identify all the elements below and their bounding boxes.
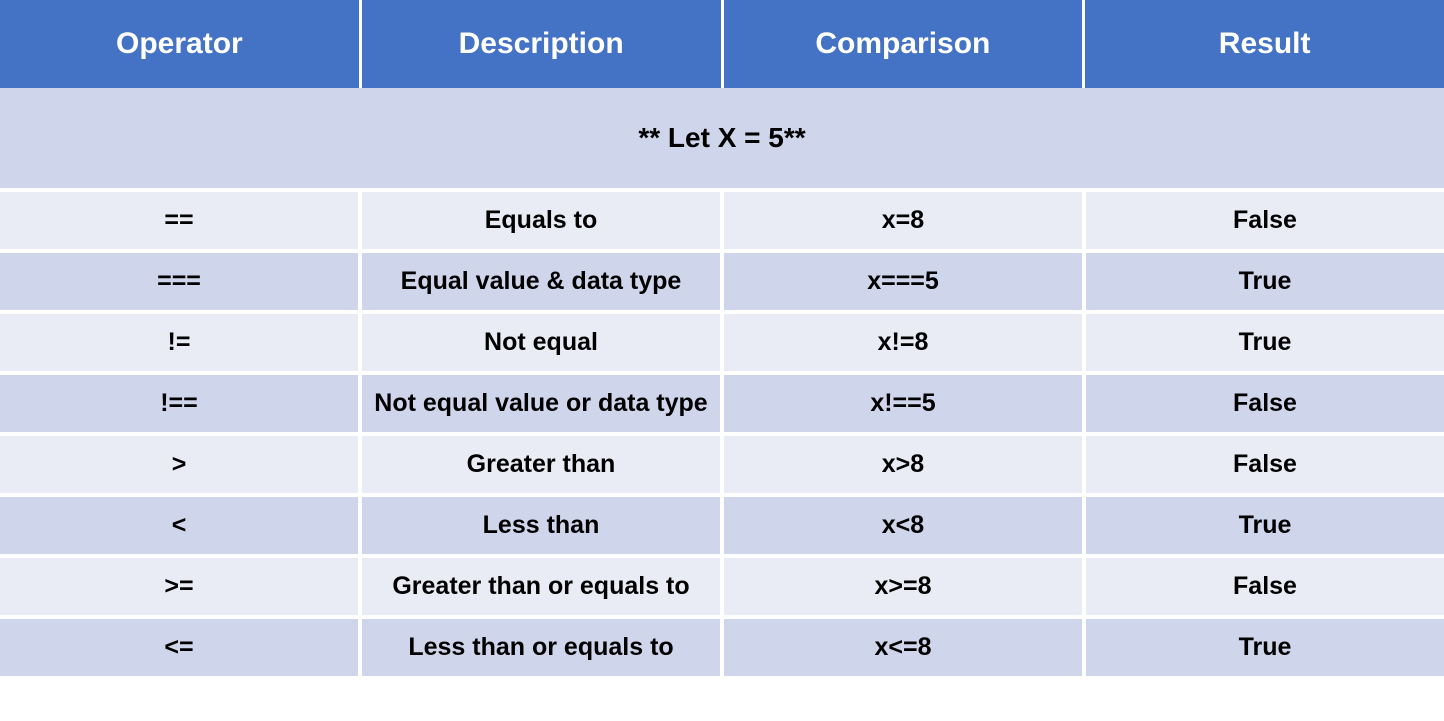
col-header-result: Result [1085,0,1444,88]
cell-result: True [1086,253,1444,310]
let-x-subtitle: ** Let X = 5** [0,88,1444,192]
cell-description: Greater than [362,436,724,493]
cell-comparison: x<8 [724,497,1086,554]
cell-operator: !== [0,375,362,432]
cell-description: Greater than or equals to [362,558,724,615]
cell-operator: != [0,314,362,371]
cell-comparison: x!=8 [724,314,1086,371]
cell-result: True [1086,314,1444,371]
table-row: != Not equal x!=8 True [0,314,1444,375]
cell-operator: <= [0,619,362,676]
cell-description: Less than [362,497,724,554]
table-row: == Equals to x=8 False [0,192,1444,253]
col-header-description: Description [362,0,724,88]
cell-comparison: x<=8 [724,619,1086,676]
col-header-comparison: Comparison [724,0,1086,88]
table-row: !== Not equal value or data type x!==5 F… [0,375,1444,436]
cell-result: True [1086,497,1444,554]
col-header-operator: Operator [0,0,362,88]
table-row: > Greater than x>8 False [0,436,1444,497]
cell-comparison: x=8 [724,192,1086,249]
cell-comparison: x!==5 [724,375,1086,432]
table-row: < Less than x<8 True [0,497,1444,558]
cell-operator: == [0,192,362,249]
table-row: <= Less than or equals to x<=8 True [0,619,1444,676]
operators-table: Operator Description Comparison Result *… [0,0,1444,676]
cell-comparison: x>8 [724,436,1086,493]
cell-comparison: x>=8 [724,558,1086,615]
cell-description: Less than or equals to [362,619,724,676]
cell-result: False [1086,558,1444,615]
cell-result: True [1086,619,1444,676]
cell-result: False [1086,375,1444,432]
cell-operator: >= [0,558,362,615]
cell-operator: > [0,436,362,493]
cell-operator: === [0,253,362,310]
cell-comparison: x===5 [724,253,1086,310]
table-header-row: Operator Description Comparison Result [0,0,1444,88]
cell-description: Not equal [362,314,724,371]
cell-result: False [1086,436,1444,493]
cell-result: False [1086,192,1444,249]
table-row: === Equal value & data type x===5 True [0,253,1444,314]
cell-description: Not equal value or data type [362,375,724,432]
cell-description: Equals to [362,192,724,249]
cell-operator: < [0,497,362,554]
table-row: >= Greater than or equals to x>=8 False [0,558,1444,619]
cell-description: Equal value & data type [362,253,724,310]
